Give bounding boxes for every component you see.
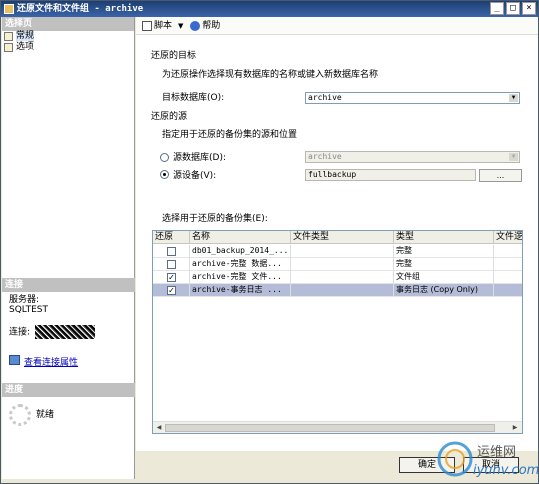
name-cell: archive-完整 文件... (190, 271, 291, 284)
restore-cell (153, 258, 190, 271)
connection-info: 服务器: SQLTEST 连接: (2, 295, 135, 339)
target-db-label: 目标数据库(O): (162, 93, 225, 103)
type-cell: 完整 (394, 258, 494, 271)
progress-status: 就绪 (36, 410, 55, 420)
page-icon (4, 43, 13, 52)
script-dropdown-icon[interactable]: ▼ (178, 17, 183, 35)
server-value: SQLTEST (9, 305, 48, 315)
column-header-file-type[interactable]: 文件类型 (291, 231, 394, 244)
toolbar: 脚本 ▼ 帮助 (136, 17, 538, 35)
column-header-type[interactable]: 类型 (394, 231, 494, 244)
table-row[interactable]: archive-完整 数据... 完整 (153, 258, 522, 271)
chevron-down-icon[interactable]: ▼ (509, 153, 518, 161)
script-button[interactable]: 脚本 (142, 17, 172, 35)
source-db-radio[interactable] (160, 153, 169, 162)
column-header-logical-file[interactable]: 文件逻 (494, 231, 522, 244)
source-db-value: archive (308, 152, 342, 161)
table-row[interactable]: ✓ archive-完整 文件... 文件组 (153, 271, 522, 284)
file-type-cell (291, 258, 394, 271)
name-cell: archive-事务日志 ... (190, 284, 291, 297)
progress-spinner-icon (9, 404, 31, 426)
column-header-restore[interactable]: 还原 (153, 231, 190, 244)
progress-header: 进度 (2, 383, 135, 397)
dialog-footer: 确定 取消 (136, 451, 538, 483)
type-cell: 事务日志 (Copy Only) (394, 284, 494, 297)
progress-panel: 就绪 (2, 400, 135, 480)
window-title: 还原文件和文件组 - archive (17, 4, 144, 14)
source-device-field[interactable]: fullbackup (305, 169, 476, 181)
target-description: 为还原操作选择现有数据库的名称或键入新数据库名称 (162, 70, 379, 80)
view-connection-properties-label: 查看连接属性 (24, 358, 79, 368)
left-pane: 选择页 常规 选项 连接 服务器: SQLTEST 连接: 查看连接属性 进度 … (2, 17, 135, 479)
chevron-down-icon[interactable]: ▼ (509, 94, 518, 102)
horizontal-scrollbar[interactable]: ◀ ▶ (153, 421, 522, 433)
page-options[interactable]: 选项 (2, 42, 134, 53)
title-bar: 还原文件和文件组 - archive _ □ × (1, 1, 538, 17)
maximize-button[interactable]: □ (506, 2, 520, 15)
scroll-right-icon[interactable]: ▶ (510, 423, 520, 433)
ok-button[interactable]: 确定 (399, 457, 455, 473)
restore-checkbox[interactable]: ✓ (167, 286, 176, 295)
logical-file-cell (494, 284, 522, 297)
restore-cell (153, 245, 190, 258)
database-icon (4, 4, 14, 14)
restore-checkbox[interactable] (167, 260, 176, 269)
restore-cell: ✓ (153, 284, 190, 297)
view-connection-properties-link[interactable]: 查看连接属性 (9, 355, 78, 368)
help-button[interactable]: 帮助 (190, 17, 220, 35)
table-row[interactable]: db01_backup_2014_... 完整 (153, 245, 522, 258)
scroll-left-icon[interactable]: ◀ (154, 423, 164, 433)
scroll-thumb[interactable] (165, 424, 495, 432)
type-cell: 文件组 (394, 271, 494, 284)
select-page-header: 选择页 (2, 17, 134, 31)
file-type-cell (291, 284, 394, 297)
grid-header: 还原 名称 文件类型 类型 文件逻 (153, 231, 522, 244)
connection-header: 连接 (2, 278, 135, 292)
source-description: 指定用于还原的备份集的源和位置 (162, 130, 298, 140)
logical-file-cell (494, 258, 522, 271)
script-label: 脚本 (154, 21, 173, 31)
restore-checkbox[interactable]: ✓ (167, 273, 176, 282)
logical-file-cell (494, 245, 522, 258)
source-db-label: 源数据库(D): (173, 153, 226, 163)
source-section-title: 还原的源 (151, 112, 188, 122)
source-device-value: fullbackup (308, 170, 357, 179)
redacted-connection-value (34, 325, 95, 339)
column-header-name[interactable]: 名称 (190, 231, 291, 244)
help-label: 帮助 (202, 21, 221, 31)
backup-sets-label: 选择用于还原的备份集(E): (162, 214, 268, 224)
source-device-radio[interactable] (160, 170, 169, 179)
table-row[interactable]: ✓ archive-事务日志 ... 事务日志 (Copy Only) (153, 284, 522, 297)
page-options-label: 选项 (16, 42, 35, 52)
connection-label: 连接: (9, 327, 31, 338)
backup-sets-grid[interactable]: 还原 名称 文件类型 类型 文件逻 db01_backup_2014_... 完… (152, 230, 523, 434)
server-label: 服务器: (9, 295, 40, 305)
page-general-label: 常规 (16, 31, 35, 41)
connection-properties-icon (9, 355, 20, 365)
name-cell: archive-完整 数据... (190, 258, 291, 271)
logical-file-cell (494, 271, 522, 284)
source-device-label: 源设备(V): (173, 171, 217, 181)
restore-dialog: 还原文件和文件组 - archive _ □ × 选择页 常规 选项 连接 服务… (0, 0, 539, 484)
source-db-combo[interactable]: archive ▼ (305, 151, 520, 163)
close-button[interactable]: × (522, 2, 536, 15)
minimize-button[interactable]: _ (490, 2, 504, 15)
browse-button[interactable]: ... (479, 169, 522, 182)
name-cell: db01_backup_2014_... (190, 245, 291, 258)
target-section-title: 还原的目标 (151, 51, 197, 61)
type-cell: 完整 (394, 245, 494, 258)
cancel-button[interactable]: 取消 (463, 457, 519, 473)
script-icon (142, 20, 152, 31)
page-general[interactable]: 常规 (2, 31, 134, 42)
page-icon (4, 32, 13, 41)
restore-cell: ✓ (153, 271, 190, 284)
file-type-cell (291, 271, 394, 284)
file-type-cell (291, 245, 394, 258)
target-db-value: archive (308, 93, 342, 102)
restore-checkbox[interactable] (167, 247, 176, 256)
help-icon (190, 20, 201, 31)
target-db-combo[interactable]: archive ▼ (305, 92, 520, 104)
